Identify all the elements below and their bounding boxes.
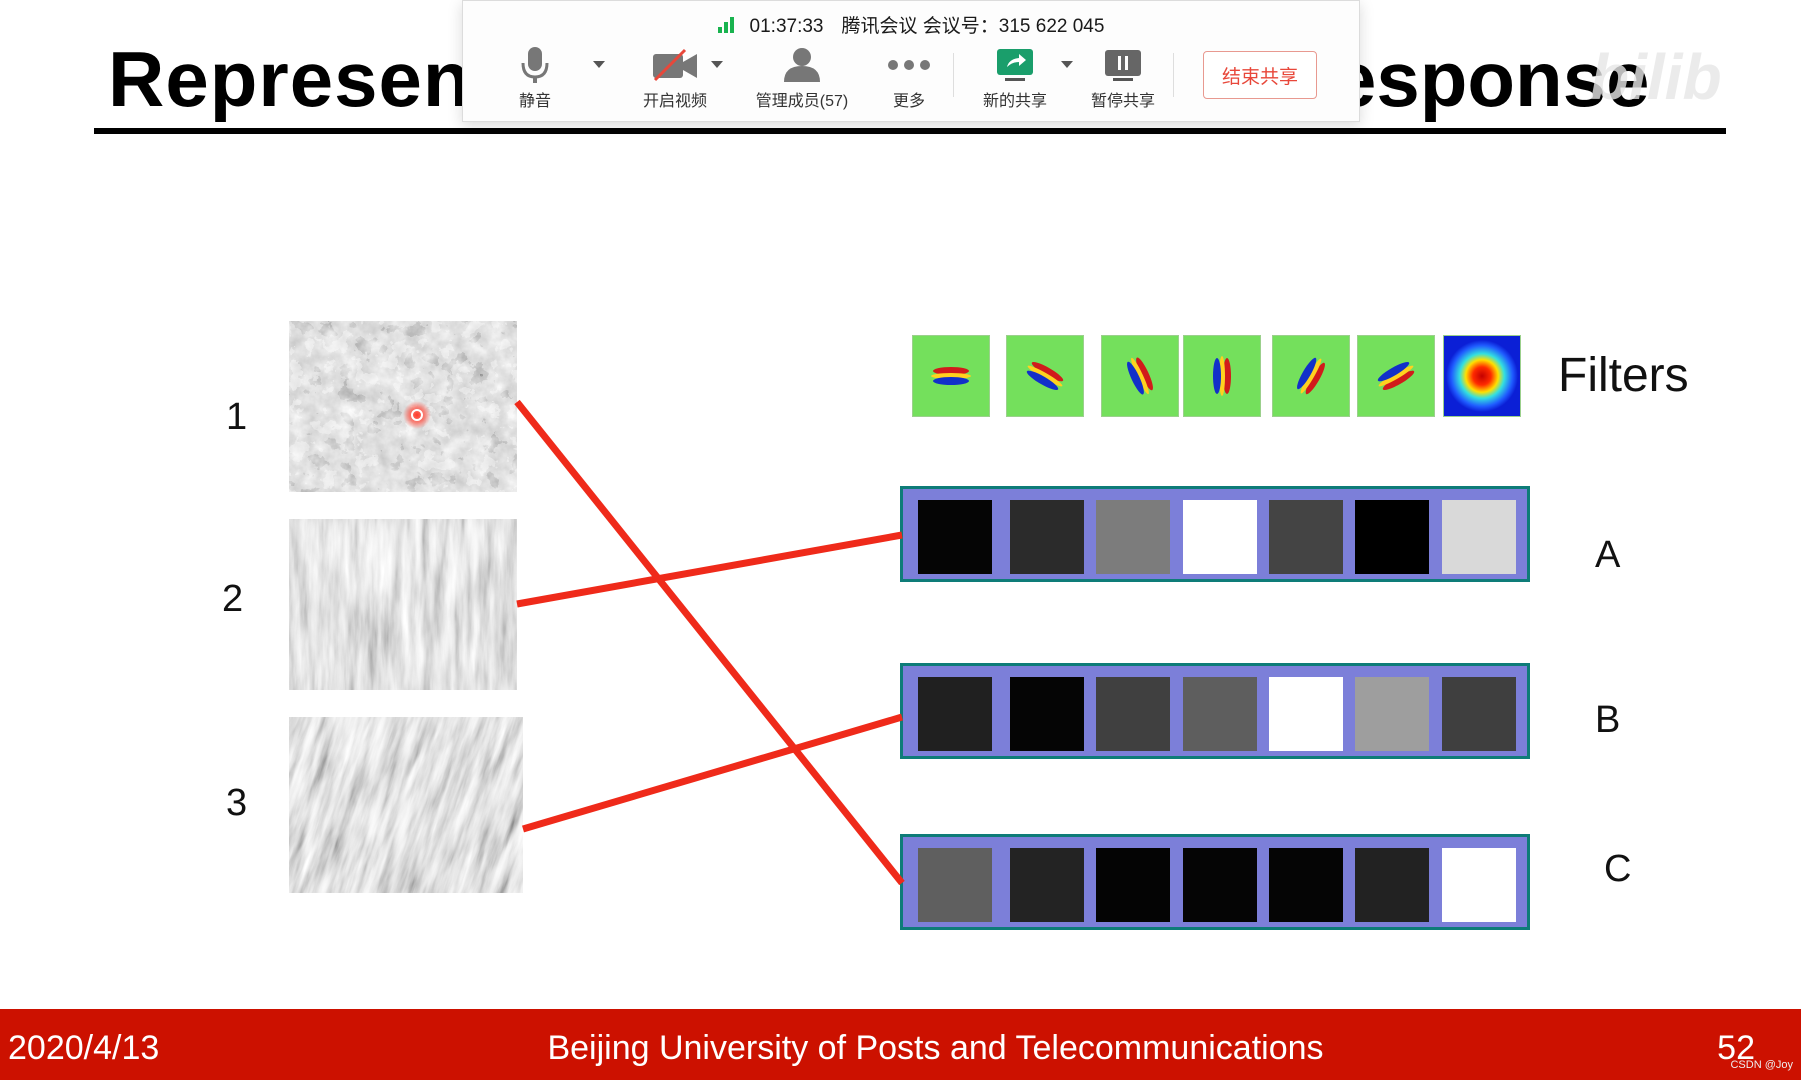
footer-credit: CSDN @Joy	[1730, 1059, 1793, 1071]
slide-footer: 2020/4/13 Beijing University of Posts an…	[0, 1009, 1801, 1080]
footer-institution: Beijing University of Posts and Telecomm…	[547, 1029, 1324, 1067]
match-lines	[514, 399, 905, 886]
match-line-2-a	[516, 531, 903, 608]
